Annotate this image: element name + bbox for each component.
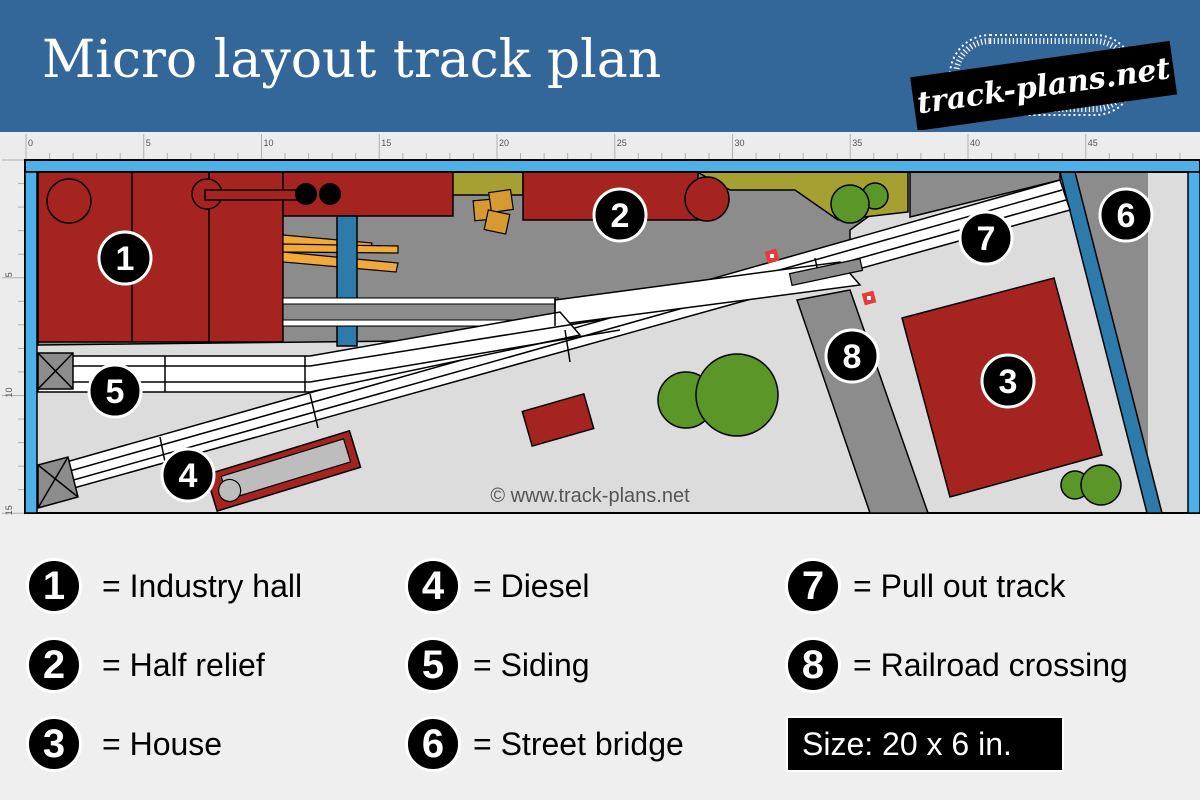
legend-label: = House: [102, 725, 223, 762]
ruler-label: 35: [852, 138, 862, 148]
legend-label: = Street bridge: [473, 725, 684, 762]
page-title: Micro layout track plan: [42, 30, 662, 90]
marker-8-icon: 8: [824, 328, 880, 384]
number-6-icon: 6: [405, 716, 461, 772]
ruler-label: 30: [735, 138, 745, 148]
legend: 1 = Industry hall 2 = Half relief 3 = Ho…: [0, 517, 1200, 800]
backdrop-left: [24, 171, 38, 514]
legend-label: = Industry hall: [102, 567, 303, 604]
ruler-label: 10: [4, 387, 14, 397]
legend-item-6: 6 = Street bridge: [405, 716, 684, 772]
marker-2-icon: 2: [592, 187, 648, 243]
ruler-label: 40: [970, 138, 980, 148]
svg-text:3: 3: [999, 363, 1018, 401]
ruler-label: 15: [4, 505, 14, 515]
legend-item-1: 1 = Industry hall: [26, 558, 303, 614]
legend-label: = Siding: [473, 646, 590, 683]
backdrop-right: [1187, 171, 1200, 514]
marker-5-icon: 5: [87, 363, 143, 419]
ruler-label: 45: [1088, 138, 1098, 148]
svg-text:5: 5: [106, 373, 125, 411]
buffer-stop-siding: [37, 352, 74, 390]
svg-text:4: 4: [179, 457, 198, 495]
grass-strip-left: [451, 171, 524, 196]
legend-label: = Half relief: [102, 646, 265, 683]
marker-4-icon: 4: [160, 447, 216, 503]
ruler-label: 5: [146, 138, 151, 148]
svg-text:6: 6: [1117, 197, 1136, 235]
size-badge: Size: 20 x 6 in.: [786, 716, 1064, 772]
number-8-icon: 8: [785, 637, 841, 693]
number-3-icon: 3: [26, 716, 82, 772]
number-5-icon: 5: [405, 637, 461, 693]
ruler-label: 0: [28, 138, 33, 148]
ruler-label: 15: [381, 138, 391, 148]
track-plans-logo[interactable]: track-plans.net: [880, 10, 1190, 130]
number-2-icon: 2: [26, 637, 82, 693]
copyright-text: © www.track-plans.net: [490, 485, 690, 507]
top-ruler-ticks: 0 5 10 15 20 25 30 35 40 45: [25, 134, 1181, 159]
legend-item-8: 8 = Railroad crossing: [785, 637, 1128, 693]
marker-7-icon: 7: [958, 210, 1014, 266]
marker-1-icon: 1: [97, 230, 153, 286]
ruler-label: 10: [264, 138, 274, 148]
svg-text:7: 7: [977, 220, 996, 258]
track-plan: 0 5 10 15 20 25 30 35 40 45 51015 © www.…: [2, 134, 1200, 515]
marker-3-icon: 3: [980, 353, 1036, 409]
legend-label: = Pull out track: [853, 567, 1066, 604]
ruler-label: 20: [499, 138, 509, 148]
svg-text:8: 8: [843, 338, 862, 376]
number-4-icon: 4: [405, 558, 461, 614]
ruler-label: 5: [4, 272, 14, 277]
legend-label: = Railroad crossing: [853, 646, 1128, 683]
legend-label: = Diesel: [473, 567, 590, 604]
legend-item-2: 2 = Half relief: [26, 637, 265, 693]
legend-item-4: 4 = Diesel: [405, 558, 590, 614]
number-7-icon: 7: [785, 558, 841, 614]
number-1-icon: 1: [26, 558, 82, 614]
legend-item-3: 3 = House: [26, 716, 223, 772]
legend-item-7: 7 = Pull out track: [785, 558, 1066, 614]
header-banner: Micro layout track plan track-plans.net: [0, 0, 1200, 132]
legend-item-5: 5 = Siding: [405, 637, 590, 693]
marker-6-icon: 6: [1098, 187, 1154, 243]
ruler-label: 25: [617, 138, 627, 148]
backdrop-top: [24, 159, 1200, 173]
svg-text:2: 2: [611, 197, 630, 235]
svg-text:1: 1: [116, 240, 135, 278]
left-ruler-ticks: 5 10 15: [2, 159, 24, 515]
